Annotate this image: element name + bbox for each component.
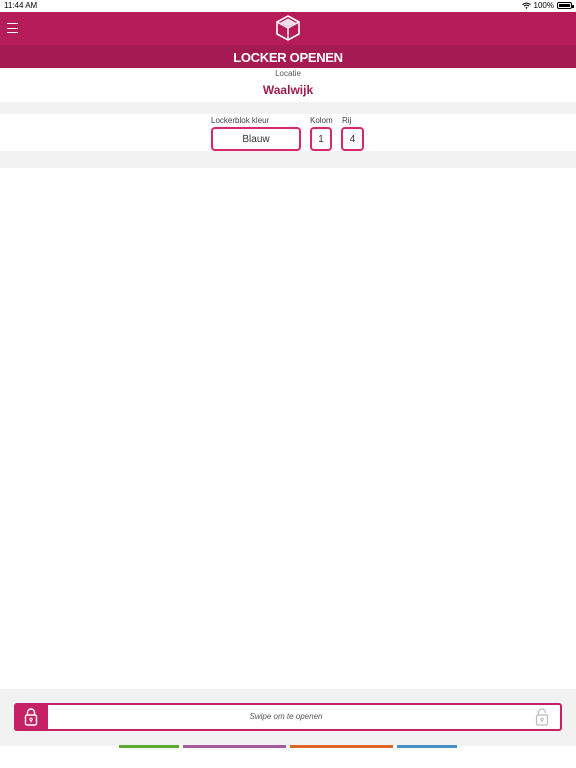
menu-button[interactable] (7, 23, 18, 33)
hamburger-icon-line (7, 27, 18, 29)
row-label: Rij (342, 116, 352, 125)
hamburger-icon-line (7, 32, 18, 33)
status-time: 11:44 AM (4, 1, 38, 10)
locker-color-label: Lockerblok kleur (211, 116, 270, 125)
column-label: Kolom (310, 116, 333, 125)
column-field[interactable]: 1 (310, 127, 332, 151)
swipe-handle[interactable] (14, 703, 48, 731)
location-label: Locatie (275, 69, 301, 78)
divider-band (0, 102, 576, 114)
locker-color-field[interactable]: Blauw (211, 127, 301, 151)
color-bar-green (119, 745, 179, 748)
cube-logo-icon (276, 15, 300, 41)
color-bar-purple (183, 745, 286, 748)
battery-icon (557, 2, 574, 9)
location-value: Waalwijk (262, 83, 314, 97)
status-bar: 11:44 AM 100% (0, 0, 576, 12)
color-bar-blue (397, 745, 457, 748)
row-field[interactable]: 4 (341, 127, 364, 151)
wifi-icon (521, 2, 531, 9)
status-indicators: 100% (521, 1, 574, 10)
battery-percent: 100% (533, 1, 554, 10)
color-bar-orange (290, 745, 393, 748)
lock-icon (24, 708, 38, 726)
lock-outline-icon (535, 708, 549, 726)
page-title: LOCKER OPENEN (233, 50, 343, 65)
locker-open-screen: 11:44 AM 100% LOCKER OPENEN Locatie Waal… (0, 0, 576, 768)
divider-band (0, 151, 576, 168)
hamburger-icon (7, 23, 18, 24)
swipe-instruction: Swipe om te openen (249, 712, 323, 721)
